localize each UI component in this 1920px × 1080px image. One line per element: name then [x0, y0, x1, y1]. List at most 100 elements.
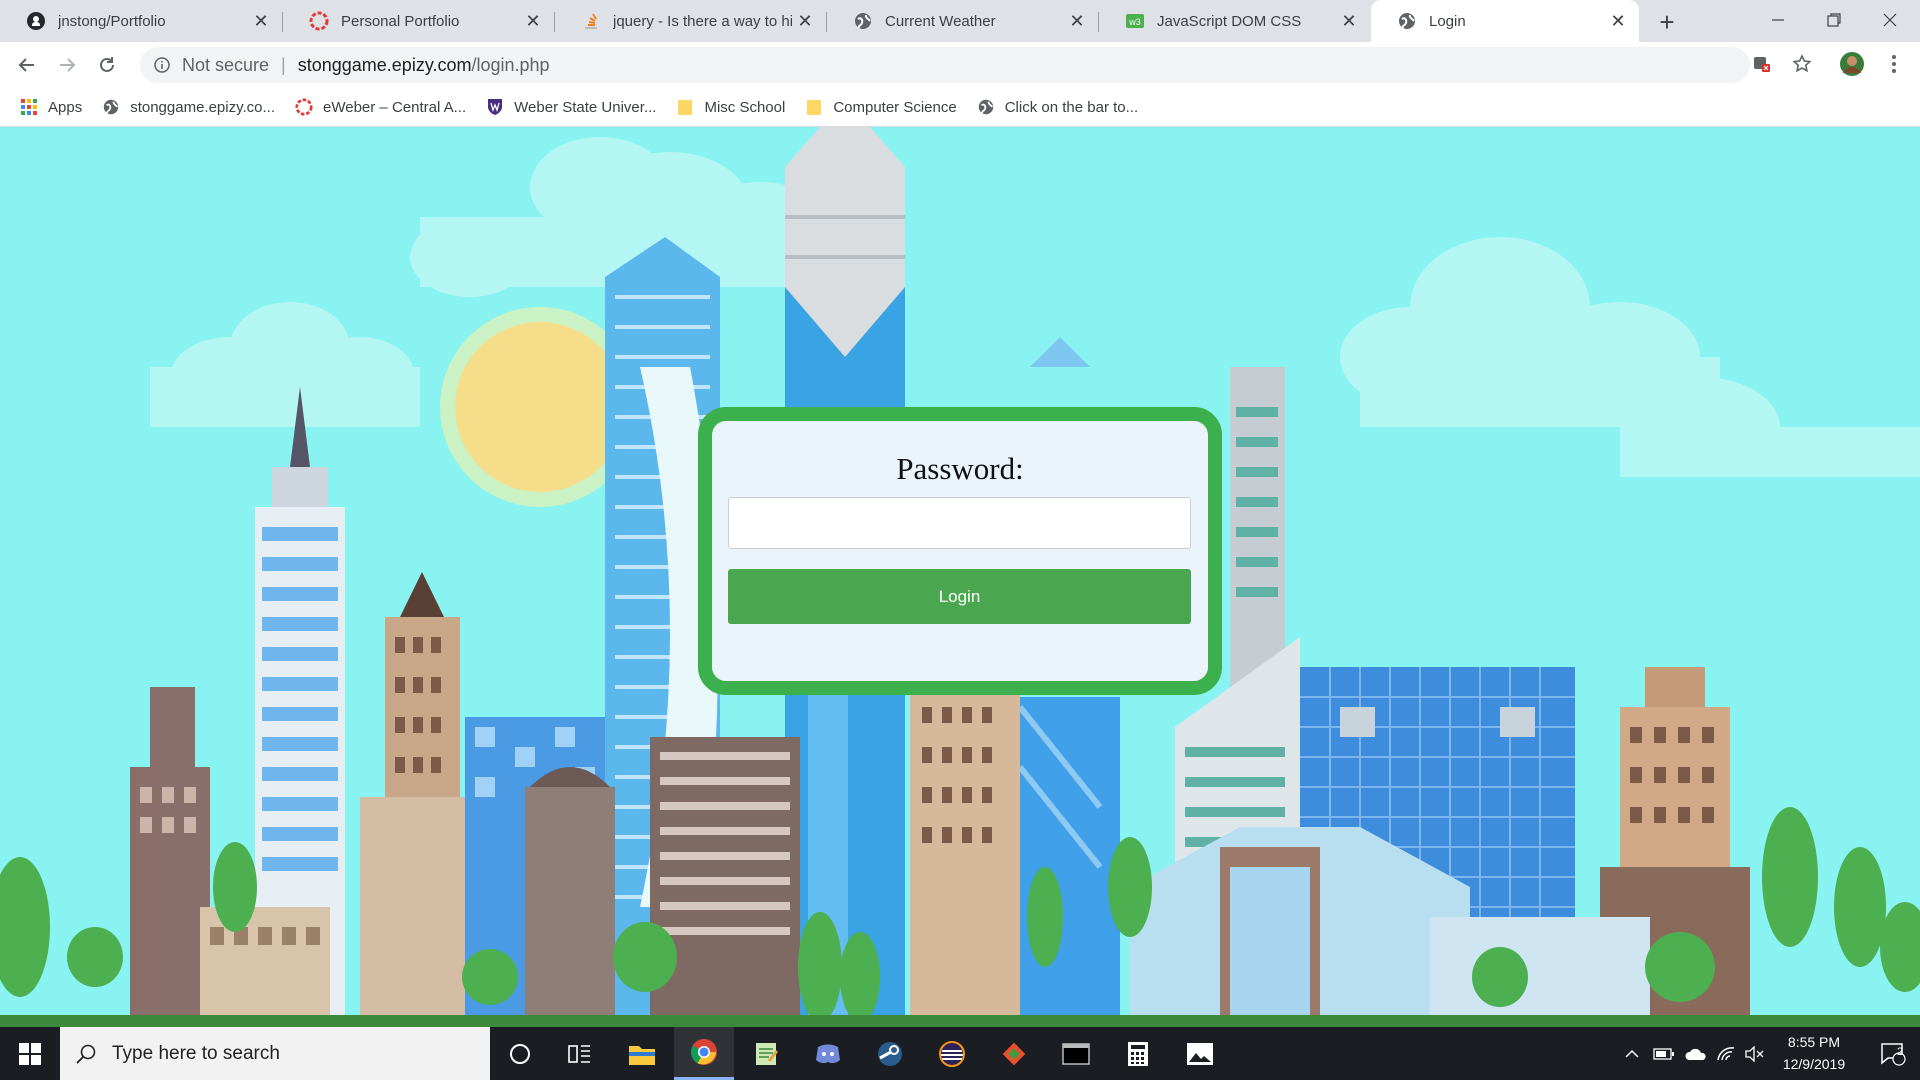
page-viewport: Password: Login: [0, 127, 1920, 1027]
password-field[interactable]: [728, 497, 1191, 549]
tab-current-weather[interactable]: Current Weather ✕: [827, 0, 1099, 42]
bookmark-stonggame[interactable]: stonggame.epizy.co...: [102, 98, 275, 116]
close-icon[interactable]: ✕: [1605, 8, 1631, 34]
onedrive-cloud-icon[interactable]: [1682, 1027, 1710, 1080]
bookmark-label: stonggame.epizy.co...: [130, 98, 276, 116]
bookmark-star-icon[interactable]: [1786, 48, 1818, 80]
window-close-icon[interactable]: [1862, 0, 1918, 40]
tab-title: Login: [1429, 12, 1466, 30]
search-placeholder: Type here to search: [112, 1042, 280, 1064]
tab-personal-portfolio[interactable]: Personal Portfolio ✕: [283, 0, 555, 42]
password-label: Password:: [896, 451, 1024, 486]
terminal-icon[interactable]: [1046, 1027, 1106, 1080]
weber-shield-icon: [486, 98, 504, 116]
bookmark-label: Apps: [48, 98, 83, 116]
security-status-text: Not secure: [182, 54, 270, 75]
forward-arrow-icon[interactable]: [51, 49, 83, 81]
ground-strip: [0, 1015, 1920, 1027]
globe-icon: [1397, 11, 1417, 31]
wifi-icon[interactable]: [1712, 1027, 1740, 1080]
folder-icon: [805, 98, 823, 116]
tab-title: jquery - Is there a way to hide: [613, 12, 792, 30]
stackoverflow-icon: [581, 11, 601, 31]
globe-icon: [853, 11, 873, 31]
tab-jquery-question[interactable]: jquery - Is there a way to hide ✕: [555, 0, 827, 42]
show-hidden-icons-chevron-icon[interactable]: [1620, 1027, 1644, 1080]
close-icon[interactable]: ✕: [1064, 8, 1090, 34]
steam-icon[interactable]: [860, 1027, 920, 1080]
cortana-icon[interactable]: [490, 1027, 550, 1080]
chrome-icon[interactable]: [674, 1027, 734, 1080]
minimize-icon[interactable]: [1750, 0, 1806, 40]
reload-icon[interactable]: [91, 49, 123, 81]
github-icon: [26, 11, 46, 31]
windows-taskbar: Type here to search 8:55 PM 12/9/2019 2: [0, 1027, 1920, 1080]
notification-count: 2: [1897, 1046, 1904, 1058]
task-view-icon[interactable]: [550, 1027, 610, 1080]
tab-github-portfolio[interactable]: jnstong/Portfolio ✕: [0, 0, 283, 42]
bookmark-label: Click on the bar to...: [1004, 98, 1139, 116]
tab-title: Personal Portfolio: [341, 12, 460, 30]
more-menu-icon[interactable]: [1878, 48, 1910, 80]
login-button[interactable]: Login: [728, 569, 1191, 624]
git-icon[interactable]: [984, 1027, 1044, 1080]
globe-icon: [102, 98, 120, 116]
notepad-icon[interactable]: [736, 1027, 796, 1080]
browser-toolbar: Not secure | stonggame.epizy.com /login.…: [0, 42, 1920, 88]
eclipse-icon[interactable]: [922, 1027, 982, 1080]
bookmark-folder-misc-school[interactable]: Misc School: [676, 98, 785, 116]
taskbar-clock[interactable]: 8:55 PM 12/9/2019: [1764, 1031, 1864, 1075]
notification-center-icon[interactable]: 2: [1866, 1027, 1920, 1080]
url-host: stonggame.epizy.com: [297, 54, 472, 75]
bookmark-folder-computer-science[interactable]: Computer Science: [805, 98, 957, 116]
bookmark-label: Weber State Univer...: [514, 98, 657, 116]
profile-avatar[interactable]: [1836, 48, 1868, 80]
battery-icon[interactable]: [1650, 1027, 1678, 1080]
clock-time: 8:55 PM: [1787, 1034, 1841, 1050]
tab-title: JavaScript DOM CSS: [1157, 12, 1302, 30]
search-icon: [74, 1042, 98, 1066]
info-icon[interactable]: [152, 55, 172, 75]
bookmark-click-on-the-bar[interactable]: Click on the bar to...: [977, 98, 1138, 116]
omnibox-divider: |: [281, 54, 286, 75]
translate-blocked-icon[interactable]: [1746, 48, 1778, 80]
bookmarks-bar: Apps stonggame.epizy.co... eWeber – Cent…: [0, 88, 1920, 127]
tab-javascript-dom-css[interactable]: w3 JavaScript DOM CSS ✕: [1099, 0, 1370, 42]
browser-tab-strip: jnstong/Portfolio ✕ Personal Portfolio ✕…: [0, 0, 1920, 42]
bookmark-label: Misc School: [704, 98, 786, 116]
bookmark-label: eWeber – Central A...: [323, 98, 467, 116]
restore-icon[interactable]: [1806, 0, 1862, 40]
left-buildings: [130, 387, 480, 1027]
folder-icon: [676, 98, 694, 116]
new-tab-button[interactable]: +: [1652, 7, 1682, 37]
calculator-icon[interactable]: [1108, 1027, 1168, 1080]
tab-title: jnstong/Portfolio: [58, 12, 166, 30]
back-arrow-icon[interactable]: [11, 49, 43, 81]
address-bar[interactable]: Not secure | stonggame.epizy.com /login.…: [140, 47, 1750, 83]
sun: [455, 322, 625, 492]
close-icon[interactable]: ✕: [792, 8, 818, 34]
w3schools-icon: w3: [1125, 11, 1145, 31]
bookmark-apps[interactable]: Apps: [20, 98, 82, 116]
photos-icon[interactable]: [1170, 1027, 1230, 1080]
apps-grid-icon: [20, 98, 38, 116]
clock-date: 12/9/2019: [1782, 1056, 1846, 1072]
url-path: /login.php: [471, 54, 550, 75]
file-explorer-icon[interactable]: [612, 1027, 672, 1080]
login-card: Password: Login: [698, 407, 1222, 695]
tab-login[interactable]: Login ✕: [1371, 0, 1639, 42]
tab-title: Current Weather: [885, 12, 996, 30]
bookmark-weber-state[interactable]: Weber State Univer...: [486, 98, 656, 116]
close-icon[interactable]: ✕: [248, 8, 274, 34]
bookmark-eweber[interactable]: eWeber – Central A...: [295, 98, 466, 116]
portfolio-icon: [309, 11, 329, 31]
windows-start-icon[interactable]: [0, 1027, 60, 1080]
bookmark-label: Computer Science: [833, 98, 957, 116]
close-icon[interactable]: ✕: [520, 8, 546, 34]
close-icon[interactable]: ✕: [1336, 8, 1362, 34]
svg-text:w3: w3: [1128, 17, 1141, 27]
globe-icon: [977, 98, 995, 116]
taskbar-search-box[interactable]: Type here to search: [60, 1027, 490, 1080]
eweber-icon: [295, 98, 313, 116]
discord-icon[interactable]: [798, 1027, 858, 1080]
